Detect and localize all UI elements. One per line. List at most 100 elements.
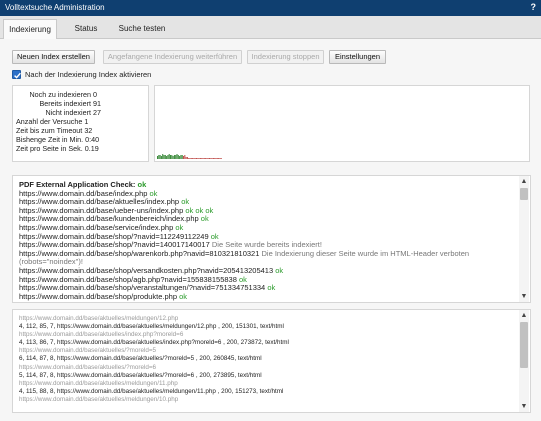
tab-indexierung[interactable]: Indexierung — [3, 19, 57, 40]
chart-bar — [192, 158, 194, 159]
chart-bar — [176, 154, 178, 159]
log-row: (robots="noindex")! — [19, 258, 519, 267]
log-note: (robots="noindex")! — [19, 258, 83, 267]
detail-log-scrollbar[interactable]: ▲ ▼ — [519, 310, 529, 412]
detail-log-url: https://www.domain.dd/base/aktuelles/mel… — [19, 315, 179, 322]
progress-chart-svg — [157, 154, 222, 159]
chart-bar — [184, 155, 186, 159]
stat-value: 0 — [93, 90, 97, 99]
chart-bar — [199, 158, 201, 159]
tab-status[interactable]: Status — [66, 19, 106, 39]
log-row: https://www.domain.dd/base/shop/warenkor… — [19, 250, 519, 259]
log-url: https://www.domain.dd/base/service/index… — [19, 223, 174, 232]
log-url: https://www.domain.dd/base/ueber-uns/ind… — [19, 206, 184, 215]
scroll-thumb[interactable] — [520, 322, 528, 368]
settings-button[interactable]: Einstellungen — [329, 50, 386, 64]
stat-label: Bishenge Zeit in Min. — [16, 135, 84, 144]
stat-value: 1 — [84, 117, 89, 126]
log-status: ok ok ok — [185, 206, 214, 215]
log-status: ok — [200, 215, 209, 224]
chart-bar — [214, 158, 216, 159]
log-note: Die Indexierung dieser Seite wurde im HT… — [261, 249, 470, 258]
log-status: ok — [149, 189, 158, 198]
new-index-button[interactable]: Neuen Index erstellen — [12, 50, 95, 64]
scroll-thumb[interactable] — [520, 188, 528, 200]
chart-bar — [194, 158, 196, 159]
activate-index-label: Nach der Indexierung Index aktivieren — [25, 70, 152, 79]
chart-bar — [212, 158, 214, 159]
chart-bar — [203, 158, 205, 159]
chart-bar — [215, 158, 217, 159]
log-row: https://www.domain.dd/base/service/index… — [19, 224, 519, 233]
chart-bar — [171, 155, 173, 159]
log-status: ok — [179, 292, 188, 301]
chart-bar — [211, 158, 213, 159]
chart-bar — [210, 158, 212, 159]
log-row: https://www.domain.dd/base/shop/versandk… — [19, 267, 519, 276]
chart-bar — [205, 158, 207, 159]
scroll-down-icon[interactable]: ▼ — [519, 402, 529, 411]
scroll-down-icon[interactable]: ▼ — [519, 292, 529, 301]
chart-bar — [168, 154, 170, 159]
chart-bar — [172, 156, 174, 159]
chart-bar — [162, 154, 164, 159]
log-url: https://www.domain.dd/base/shop/?navid=1… — [19, 241, 210, 250]
chart-bar — [196, 158, 198, 159]
log-status: ok — [181, 198, 190, 207]
detail-log-entry: 4, 115, 88, 8, https://www.domain.dd/bas… — [19, 387, 284, 395]
index-log-panel[interactable]: PDF External Application Check: ok https… — [12, 175, 531, 303]
log-url: https://www.domain.dd/base/kundenbereich… — [19, 215, 199, 224]
chart-bar — [177, 155, 179, 159]
stat-row: Noch zu indexieren 0 — [13, 90, 150, 99]
log-heading: PDF External Application Check: ok — [19, 181, 519, 190]
log-status: ok — [238, 275, 247, 284]
stat-value: 32 — [84, 126, 93, 135]
log-row: https://www.domain.dd/base/shop/?navid=1… — [19, 241, 519, 250]
activate-index-checkbox[interactable] — [12, 70, 21, 79]
chart-bar — [179, 156, 181, 159]
chart-bar — [188, 158, 190, 159]
chart-bar — [186, 157, 188, 159]
chart-bar — [166, 156, 168, 159]
log-url: https://www.domain.dd/base/shop/veransta… — [19, 284, 266, 293]
log-url: https://www.domain.dd/base/shop/produkte… — [19, 292, 178, 301]
log-url: https://www.domain.dd/base/shop/warenkor… — [19, 249, 260, 258]
stat-row: Anzahl der Versuche 1 — [16, 117, 88, 126]
chart-bar — [216, 158, 218, 159]
stat-value: 0:40 — [85, 135, 100, 144]
chart-bar — [170, 155, 172, 159]
stat-row: Zeit bis zum Timeout 32 — [16, 126, 92, 135]
continue-index-button[interactable]: Angefangene Indexierung weiterführen — [103, 50, 242, 64]
detail-log-panel[interactable]: https://www.domain.dd/base/aktuelles/mel… — [12, 309, 531, 413]
progress-chart — [154, 85, 530, 162]
detail-log-entry: 4, 112, 85, 7, https://www.domain.dd/bas… — [19, 323, 284, 331]
tab-bar: Indexierung Status Suche testen — [0, 16, 541, 40]
scroll-up-icon[interactable]: ▲ — [519, 177, 529, 186]
stat-label: Anzahl der Versuche — [16, 117, 83, 126]
scroll-up-icon[interactable]: ▲ — [519, 311, 529, 320]
stat-label: Noch zu indexieren — [29, 90, 91, 99]
chart-bar — [209, 158, 211, 159]
stat-row: Bereits indexiert 91 — [13, 99, 150, 108]
log-url: https://www.domain.dd/base/shop/agb.php?… — [19, 275, 237, 284]
log-heading-status: ok — [137, 181, 147, 189]
index-log-lines: PDF External Application Check: ok https… — [19, 181, 519, 301]
chart-bar — [218, 158, 220, 159]
tab-suche-testen[interactable]: Suche testen — [114, 19, 170, 39]
chart-bar — [157, 156, 159, 159]
log-heading-text: PDF External Application Check: — [19, 181, 136, 189]
stat-row: Zeit pro Seite in Sek. 0.19 — [16, 144, 99, 153]
chart-bar — [206, 158, 208, 159]
help-icon[interactable]: ? — [531, 2, 537, 12]
index-log-scrollbar[interactable]: ▲ ▼ — [519, 176, 529, 302]
chart-bar — [167, 155, 169, 159]
log-note: Die Seite wurde bereits indexiert! — [211, 241, 322, 250]
tab-content-indexierung: Neuen Index erstellen Angefangene Indexi… — [0, 39, 541, 421]
stop-index-button[interactable]: Indexierung stoppen — [247, 50, 324, 64]
detail-log-entry: 4, 113, 86, 7, https://www.domain.dd/bas… — [19, 339, 289, 347]
chart-bar — [219, 158, 221, 159]
stat-label: Zeit pro Seite in Sek. — [16, 144, 83, 153]
stats-panel: Noch zu indexieren 0 Bereits indexiert 9… — [12, 85, 149, 162]
chart-bar — [181, 155, 183, 159]
chart-bar — [183, 156, 185, 159]
